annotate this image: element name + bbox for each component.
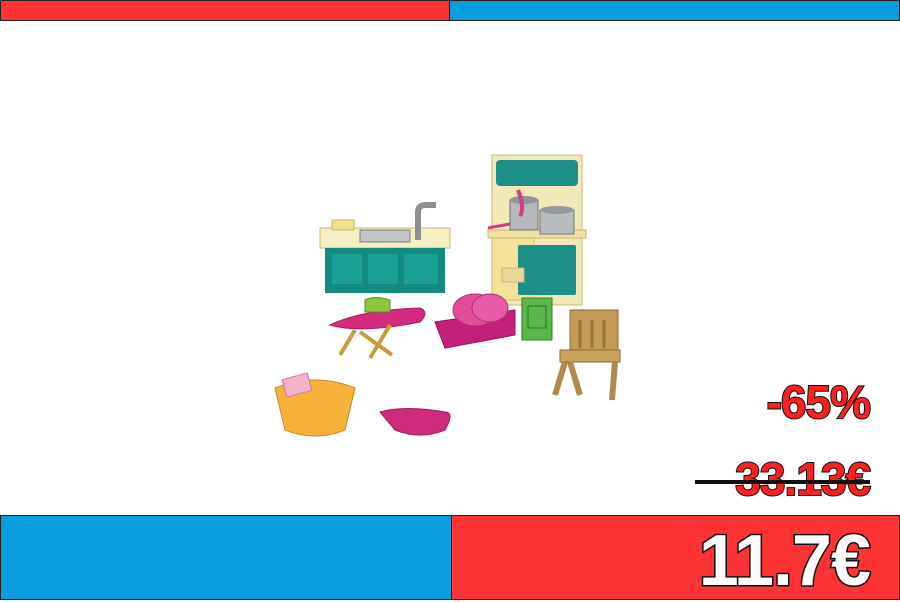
apron: [379, 408, 451, 436]
top-red-banner: [0, 0, 450, 21]
discount-badge: -65%: [766, 375, 872, 429]
stove-hutch: [487, 154, 587, 306]
product-image: [274, 154, 621, 437]
old-price: 33.13€: [734, 452, 872, 506]
washtub: [274, 372, 356, 437]
dish-rack: [434, 293, 516, 349]
wooden-chair: [552, 309, 621, 401]
old-price-strikethrough: [695, 480, 870, 484]
green-book: [521, 297, 553, 341]
bottom-blue-banner: [0, 515, 452, 600]
sink-counter: [319, 202, 451, 293]
new-price: 11.7€: [697, 520, 872, 602]
top-blue-banner: [449, 0, 900, 21]
ironing-board: [328, 297, 426, 360]
